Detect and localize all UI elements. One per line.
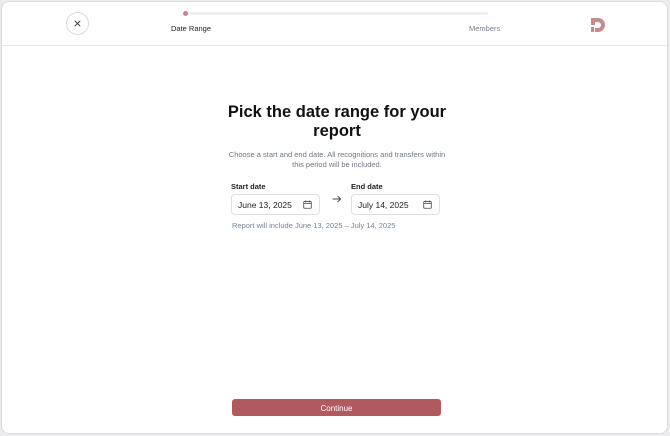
start-date-field[interactable]: June 13, 2025 (231, 194, 320, 215)
page-subtitle: Choose a start and end date. All recogni… (228, 150, 446, 169)
end-date-field[interactable]: July 14, 2025 (351, 194, 440, 215)
range-summary: Report will include June 13, 2025 – July… (232, 221, 396, 230)
step-members: Members (469, 24, 501, 33)
start-date-label: Start date (231, 182, 266, 191)
close-icon (74, 20, 81, 27)
report-wizard-window: Date Range Members Pick the date range f… (1, 1, 668, 434)
start-date-value: June 13, 2025 (238, 200, 292, 210)
wizard-header: Date Range Members (2, 2, 667, 46)
brand-logo-icon (591, 18, 605, 32)
arrow-right-icon (332, 195, 342, 203)
end-date-label: End date (351, 182, 383, 191)
progress-indicator (183, 11, 188, 16)
calendar-icon (303, 200, 312, 209)
progress-track (185, 12, 488, 15)
end-date-value: July 14, 2025 (358, 200, 409, 210)
continue-button[interactable]: Continue (232, 399, 441, 416)
page-title: Pick the date range for your report (227, 103, 447, 140)
calendar-icon (423, 200, 432, 209)
step-date-range: Date Range (171, 24, 212, 33)
close-button[interactable] (66, 12, 89, 35)
